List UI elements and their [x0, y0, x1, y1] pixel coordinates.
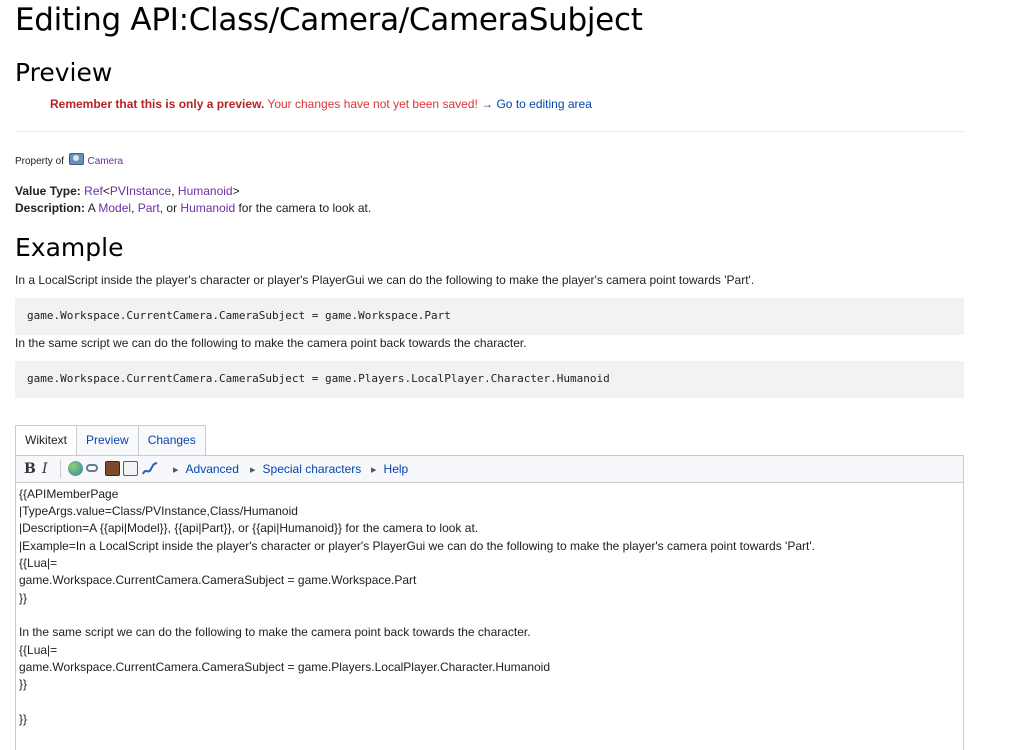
gt-symbol: >: [232, 184, 240, 198]
editor-line: }}: [19, 591, 28, 605]
signature-icon[interactable]: [142, 461, 158, 476]
value-type-line: Value Type: Ref<PVInstance, Humanoid>: [15, 184, 240, 198]
italic-button[interactable]: I: [42, 461, 48, 477]
desc-humanoid-link[interactable]: Humanoid: [180, 201, 235, 215]
editor-line: }}: [19, 677, 28, 691]
image-icon[interactable]: [105, 461, 120, 476]
divider: [15, 131, 964, 132]
special-characters-toggle[interactable]: Special characters: [250, 462, 362, 476]
preview-heading: Preview: [15, 58, 113, 87]
advanced-toggle[interactable]: Advanced: [173, 462, 239, 476]
editor-line: |TypeArgs.value=Class/PVInstance,Class/H…: [19, 504, 298, 518]
go-to-editing-link[interactable]: → Go to editing area: [481, 97, 592, 111]
link-icon[interactable]: [86, 464, 98, 472]
tab-preview[interactable]: Preview: [76, 425, 139, 455]
description-line: Description: A Model, Part, or Humanoid …: [15, 201, 371, 215]
editor-line: In the same script we can do the followi…: [19, 625, 531, 639]
help-toggle[interactable]: Help: [371, 462, 409, 476]
camera-class-link[interactable]: Camera: [87, 156, 123, 167]
editor-line: game.Workspace.CurrentCamera.CameraSubje…: [19, 660, 551, 674]
notice-text: Your changes have not yet been saved!: [264, 97, 478, 111]
wikitext-editor[interactable]: {{APIMemberPage |TypeArgs.value=Class/PV…: [15, 483, 964, 750]
property-label: Property of: [15, 156, 64, 167]
description-label: Description:: [15, 201, 86, 215]
globe-link-icon[interactable]: [68, 461, 83, 476]
desc-sep2: , or: [159, 201, 181, 215]
desc-sep1: ,: [131, 201, 138, 215]
toolbar-separator: [60, 460, 61, 478]
example-heading: Example: [15, 233, 124, 262]
desc-text-a: A: [85, 201, 99, 215]
comma: ,: [171, 184, 178, 198]
editor-tabs: Wikitext Preview Changes: [15, 425, 206, 456]
value-type-label: Value Type:: [15, 184, 81, 198]
part-link[interactable]: Part: [138, 201, 160, 215]
camera-icon: [68, 153, 84, 165]
desc-tail: for the camera to look at.: [235, 201, 372, 215]
editor-line: {{Lua|=: [19, 643, 58, 657]
example-between: In the same script we can do the followi…: [15, 336, 527, 350]
editor-line: game.Workspace.CurrentCamera.CameraSubje…: [19, 573, 417, 587]
model-link[interactable]: Model: [98, 201, 131, 215]
example-intro: In a LocalScript inside the player's cha…: [15, 273, 755, 287]
ref-link[interactable]: Ref: [84, 184, 103, 198]
tab-wikitext[interactable]: Wikitext: [15, 425, 77, 456]
notice-bold: Remember that this is only a preview.: [50, 97, 265, 111]
tab-changes[interactable]: Changes: [137, 425, 206, 455]
editor-line: {{Lua|=: [19, 556, 58, 570]
code-block-2: game.Workspace.CurrentCamera.CameraSubje…: [15, 361, 964, 398]
pvinstance-link[interactable]: PVInstance: [110, 184, 171, 198]
editor-line: |Example=In a LocalScript inside the pla…: [19, 539, 815, 553]
bold-button[interactable]: B: [24, 461, 36, 477]
lt-symbol: <: [102, 184, 110, 198]
editor-line: }}: [19, 712, 28, 726]
property-of: Property of Camera: [15, 153, 123, 167]
preview-notice: Remember that this is only a preview. Yo…: [50, 97, 592, 111]
code-block-1: game.Workspace.CurrentCamera.CameraSubje…: [15, 298, 964, 335]
pdf-icon[interactable]: [123, 461, 138, 476]
editor-line: {{APIMemberPage: [19, 487, 119, 501]
humanoid-link[interactable]: Humanoid: [178, 184, 233, 198]
editor-toolbar: B I Advanced Special characters Help: [15, 455, 964, 483]
page-title: Editing API:Class/Camera/CameraSubject: [15, 2, 643, 38]
editor-line: |Description=A {{api|Model}}, {{api|Part…: [19, 521, 479, 535]
